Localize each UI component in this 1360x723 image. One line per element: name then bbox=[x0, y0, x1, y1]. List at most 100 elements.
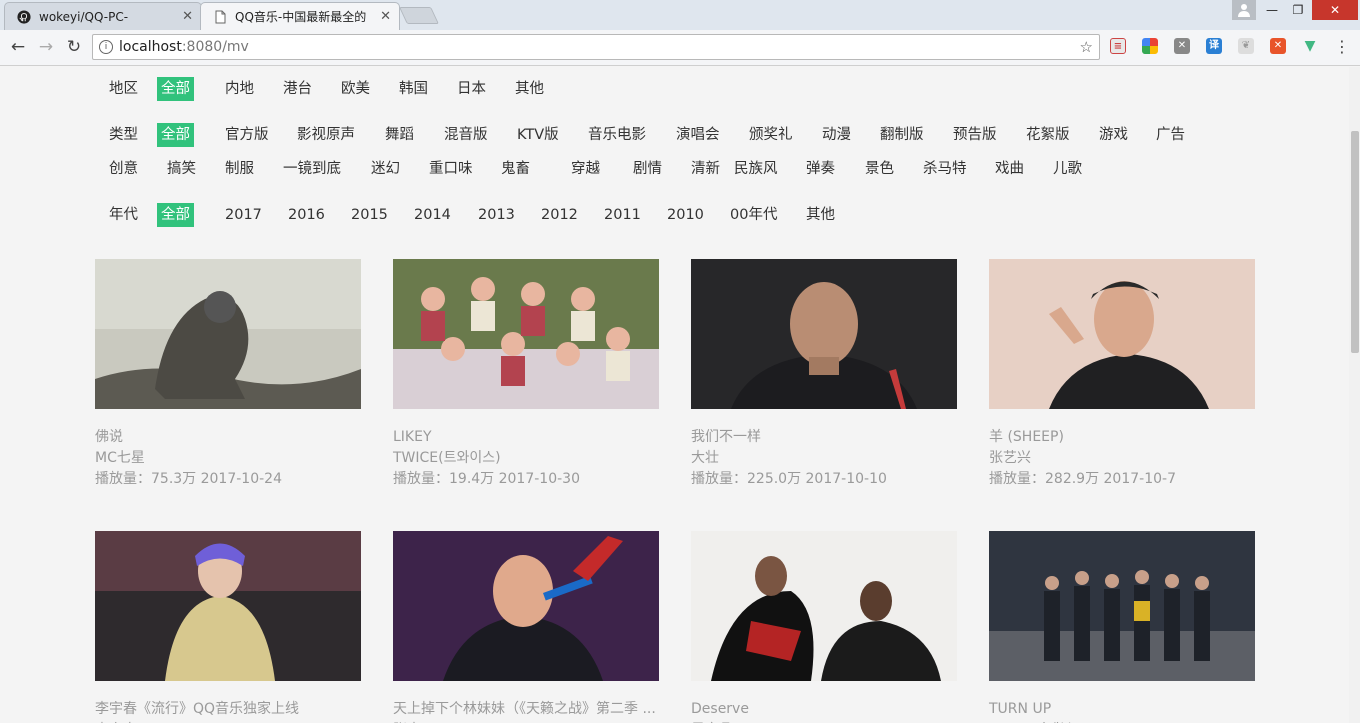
browser-menu-icon[interactable]: ⋮ bbox=[1334, 36, 1350, 58]
scrollbar-thumb[interactable] bbox=[1351, 131, 1359, 353]
filter-option-type[interactable]: 弹奏 bbox=[806, 157, 835, 181]
mv-title[interactable]: Deserve bbox=[691, 699, 749, 720]
mv-artist[interactable]: 大壮 bbox=[691, 448, 719, 469]
filter-option-type[interactable]: 影视原声 bbox=[297, 123, 355, 147]
mv-thumbnail[interactable] bbox=[95, 259, 361, 409]
filter-option-year[interactable]: 2016 bbox=[288, 203, 325, 227]
mv-card[interactable]: 李宇春《流行》QQ音乐独家上线李宇春 bbox=[95, 531, 361, 723]
filter-option-year[interactable]: 2015 bbox=[351, 203, 388, 227]
forward-arrow-icon[interactable]: → bbox=[34, 35, 58, 59]
filter-option-region[interactable]: 内地 bbox=[225, 77, 254, 101]
minimize-icon[interactable]: — bbox=[1258, 0, 1286, 20]
filter-option-type[interactable]: 鬼畜 bbox=[501, 157, 530, 181]
filter-option-region[interactable]: 其他 bbox=[515, 77, 544, 101]
filter-option-type[interactable]: 景色 bbox=[865, 157, 894, 181]
restore-icon[interactable]: ❐ bbox=[1284, 0, 1312, 20]
filter-option-region[interactable]: 欧美 bbox=[341, 77, 370, 101]
tab-close-icon[interactable]: ✕ bbox=[380, 3, 391, 30]
filter-option-type[interactable]: 创意 bbox=[109, 157, 138, 181]
filter-option-region[interactable]: 日本 bbox=[457, 77, 486, 101]
filter-option-year[interactable]: 2010 bbox=[667, 203, 704, 227]
mv-artist[interactable]: TWICE(트와이스) bbox=[393, 448, 501, 469]
filter-option-type[interactable]: 迷幻 bbox=[371, 157, 400, 181]
extension-notes-icon[interactable]: ≡ bbox=[1110, 38, 1126, 54]
filter-option-type[interactable]: 花絮版 bbox=[1026, 123, 1070, 147]
filter-option-type[interactable]: 全部 bbox=[157, 123, 194, 147]
filter-option-type[interactable]: 制服 bbox=[225, 157, 254, 181]
mv-title[interactable]: TURN UP bbox=[989, 699, 1051, 720]
filter-option-type[interactable]: 广告 bbox=[1156, 123, 1185, 147]
extension-leaf-icon[interactable]: ❦ bbox=[1238, 38, 1254, 54]
mv-title[interactable]: 李宇春《流行》QQ音乐独家上线 bbox=[95, 699, 299, 720]
mv-title[interactable]: 佛说 bbox=[95, 427, 123, 448]
filter-option-type[interactable]: 演唱会 bbox=[676, 123, 720, 147]
address-bar[interactable]: i localhost:8080/mv ☆ bbox=[92, 34, 1100, 60]
window-close-icon[interactable]: ✕ bbox=[1312, 0, 1358, 20]
extension-chrome-icon[interactable] bbox=[1142, 38, 1158, 54]
filter-option-year[interactable]: 其他 bbox=[806, 203, 835, 227]
mv-title[interactable]: 天上掉下个林妹妹（《天籁之战》第二季 ... bbox=[393, 699, 656, 720]
filter-option-region[interactable]: 全部 bbox=[157, 77, 194, 101]
back-arrow-icon[interactable]: ← bbox=[6, 35, 30, 59]
new-tab-button[interactable] bbox=[399, 7, 439, 24]
filter-option-type[interactable]: 剧情 bbox=[633, 157, 662, 181]
mv-card[interactable]: Deserve吴亦凡 bbox=[691, 531, 957, 723]
mv-card[interactable]: 佛说 MC七星 播放量：75.3万 2017-10-24 bbox=[95, 259, 361, 487]
mv-card[interactable]: 羊 (SHEEP) 张艺兴 播放量：282.9万 2017-10-7 bbox=[989, 259, 1255, 487]
extension-tools-icon[interactable]: ✕ bbox=[1270, 38, 1286, 54]
mv-thumbnail[interactable] bbox=[393, 259, 659, 409]
filter-option-year[interactable]: 2017 bbox=[225, 203, 262, 227]
mv-thumbnail[interactable] bbox=[989, 259, 1255, 409]
filter-option-region[interactable]: 港台 bbox=[283, 77, 312, 101]
browser-tab-qqmusic[interactable]: QQ音乐-中国最新最全的 ✕ bbox=[200, 2, 400, 30]
mv-artist[interactable]: 张艺兴 bbox=[989, 448, 1031, 469]
filter-option-type[interactable]: 预告版 bbox=[953, 123, 997, 147]
mv-title[interactable]: 羊 (SHEEP) bbox=[989, 427, 1064, 448]
filter-option-type[interactable]: 动漫 bbox=[822, 123, 851, 147]
filter-option-type[interactable]: 音乐电影 bbox=[588, 123, 646, 147]
mv-title[interactable]: LIKEY bbox=[393, 427, 432, 448]
filter-option-type[interactable]: 游戏 bbox=[1099, 123, 1128, 147]
filter-option-type[interactable]: 民族风 bbox=[734, 157, 778, 181]
page-scrollbar[interactable] bbox=[1349, 67, 1360, 723]
filter-option-type[interactable]: 翻制版 bbox=[880, 123, 924, 147]
filter-option-region[interactable]: 韩国 bbox=[399, 77, 428, 101]
bookmark-star-icon[interactable]: ☆ bbox=[1080, 35, 1093, 59]
filter-option-type[interactable]: 官方版 bbox=[225, 123, 269, 147]
filter-option-year[interactable]: 00年代 bbox=[730, 203, 777, 227]
mv-card[interactable]: 天上掉下个林妹妹（《天籁之战》第二季 ...张杰 bbox=[393, 531, 659, 723]
filter-option-type[interactable]: 儿歌 bbox=[1053, 157, 1082, 181]
tab-close-icon[interactable]: ✕ bbox=[182, 3, 193, 30]
mv-card[interactable]: 我们不一样 大壮 播放量：225.0万 2017-10-10 bbox=[691, 259, 957, 487]
mv-thumbnail[interactable] bbox=[989, 531, 1255, 681]
mv-card[interactable]: TURN UPGOT7(갓세븐) bbox=[989, 531, 1255, 723]
filter-option-type[interactable]: 杀马特 bbox=[923, 157, 967, 181]
filter-option-year[interactable]: 全部 bbox=[157, 203, 194, 227]
extension-vue-icon[interactable]: ▼ bbox=[1302, 38, 1318, 54]
mv-title[interactable]: 我们不一样 bbox=[691, 427, 761, 448]
profile-icon[interactable] bbox=[1232, 0, 1256, 20]
filter-option-type[interactable]: 重口味 bbox=[429, 157, 473, 181]
mv-thumbnail[interactable] bbox=[95, 531, 361, 681]
filter-option-year[interactable]: 2012 bbox=[541, 203, 578, 227]
extension-translate-icon[interactable]: 译 bbox=[1206, 38, 1222, 54]
mv-card[interactable]: LIKEY TWICE(트와이스) 播放量：19.4万 2017-10-30 bbox=[393, 259, 659, 487]
mv-thumbnail[interactable] bbox=[393, 531, 659, 681]
filter-option-type[interactable]: 颁奖礼 bbox=[749, 123, 793, 147]
browser-tab-github[interactable]: wokeyi/QQ-PC- ✕ bbox=[4, 2, 202, 30]
filter-option-type[interactable]: 戏曲 bbox=[995, 157, 1024, 181]
mv-thumbnail[interactable] bbox=[691, 259, 957, 409]
filter-option-type[interactable]: 混音版 bbox=[444, 123, 488, 147]
mv-thumbnail[interactable] bbox=[691, 531, 957, 681]
filter-option-type[interactable]: 舞蹈 bbox=[385, 123, 414, 147]
filter-option-year[interactable]: 2011 bbox=[604, 203, 641, 227]
info-icon[interactable]: i bbox=[99, 40, 113, 54]
filter-option-year[interactable]: 2014 bbox=[414, 203, 451, 227]
filter-option-type[interactable]: 搞笑 bbox=[167, 157, 196, 181]
reload-icon[interactable]: ↻ bbox=[62, 35, 86, 59]
extension-blocker-icon[interactable]: ✕ bbox=[1174, 38, 1190, 54]
filter-option-type[interactable]: 穿越 bbox=[571, 157, 600, 181]
filter-option-type[interactable]: KTV版 bbox=[517, 123, 559, 147]
filter-option-year[interactable]: 2013 bbox=[478, 203, 515, 227]
filter-option-type[interactable]: 清新 bbox=[691, 157, 720, 181]
